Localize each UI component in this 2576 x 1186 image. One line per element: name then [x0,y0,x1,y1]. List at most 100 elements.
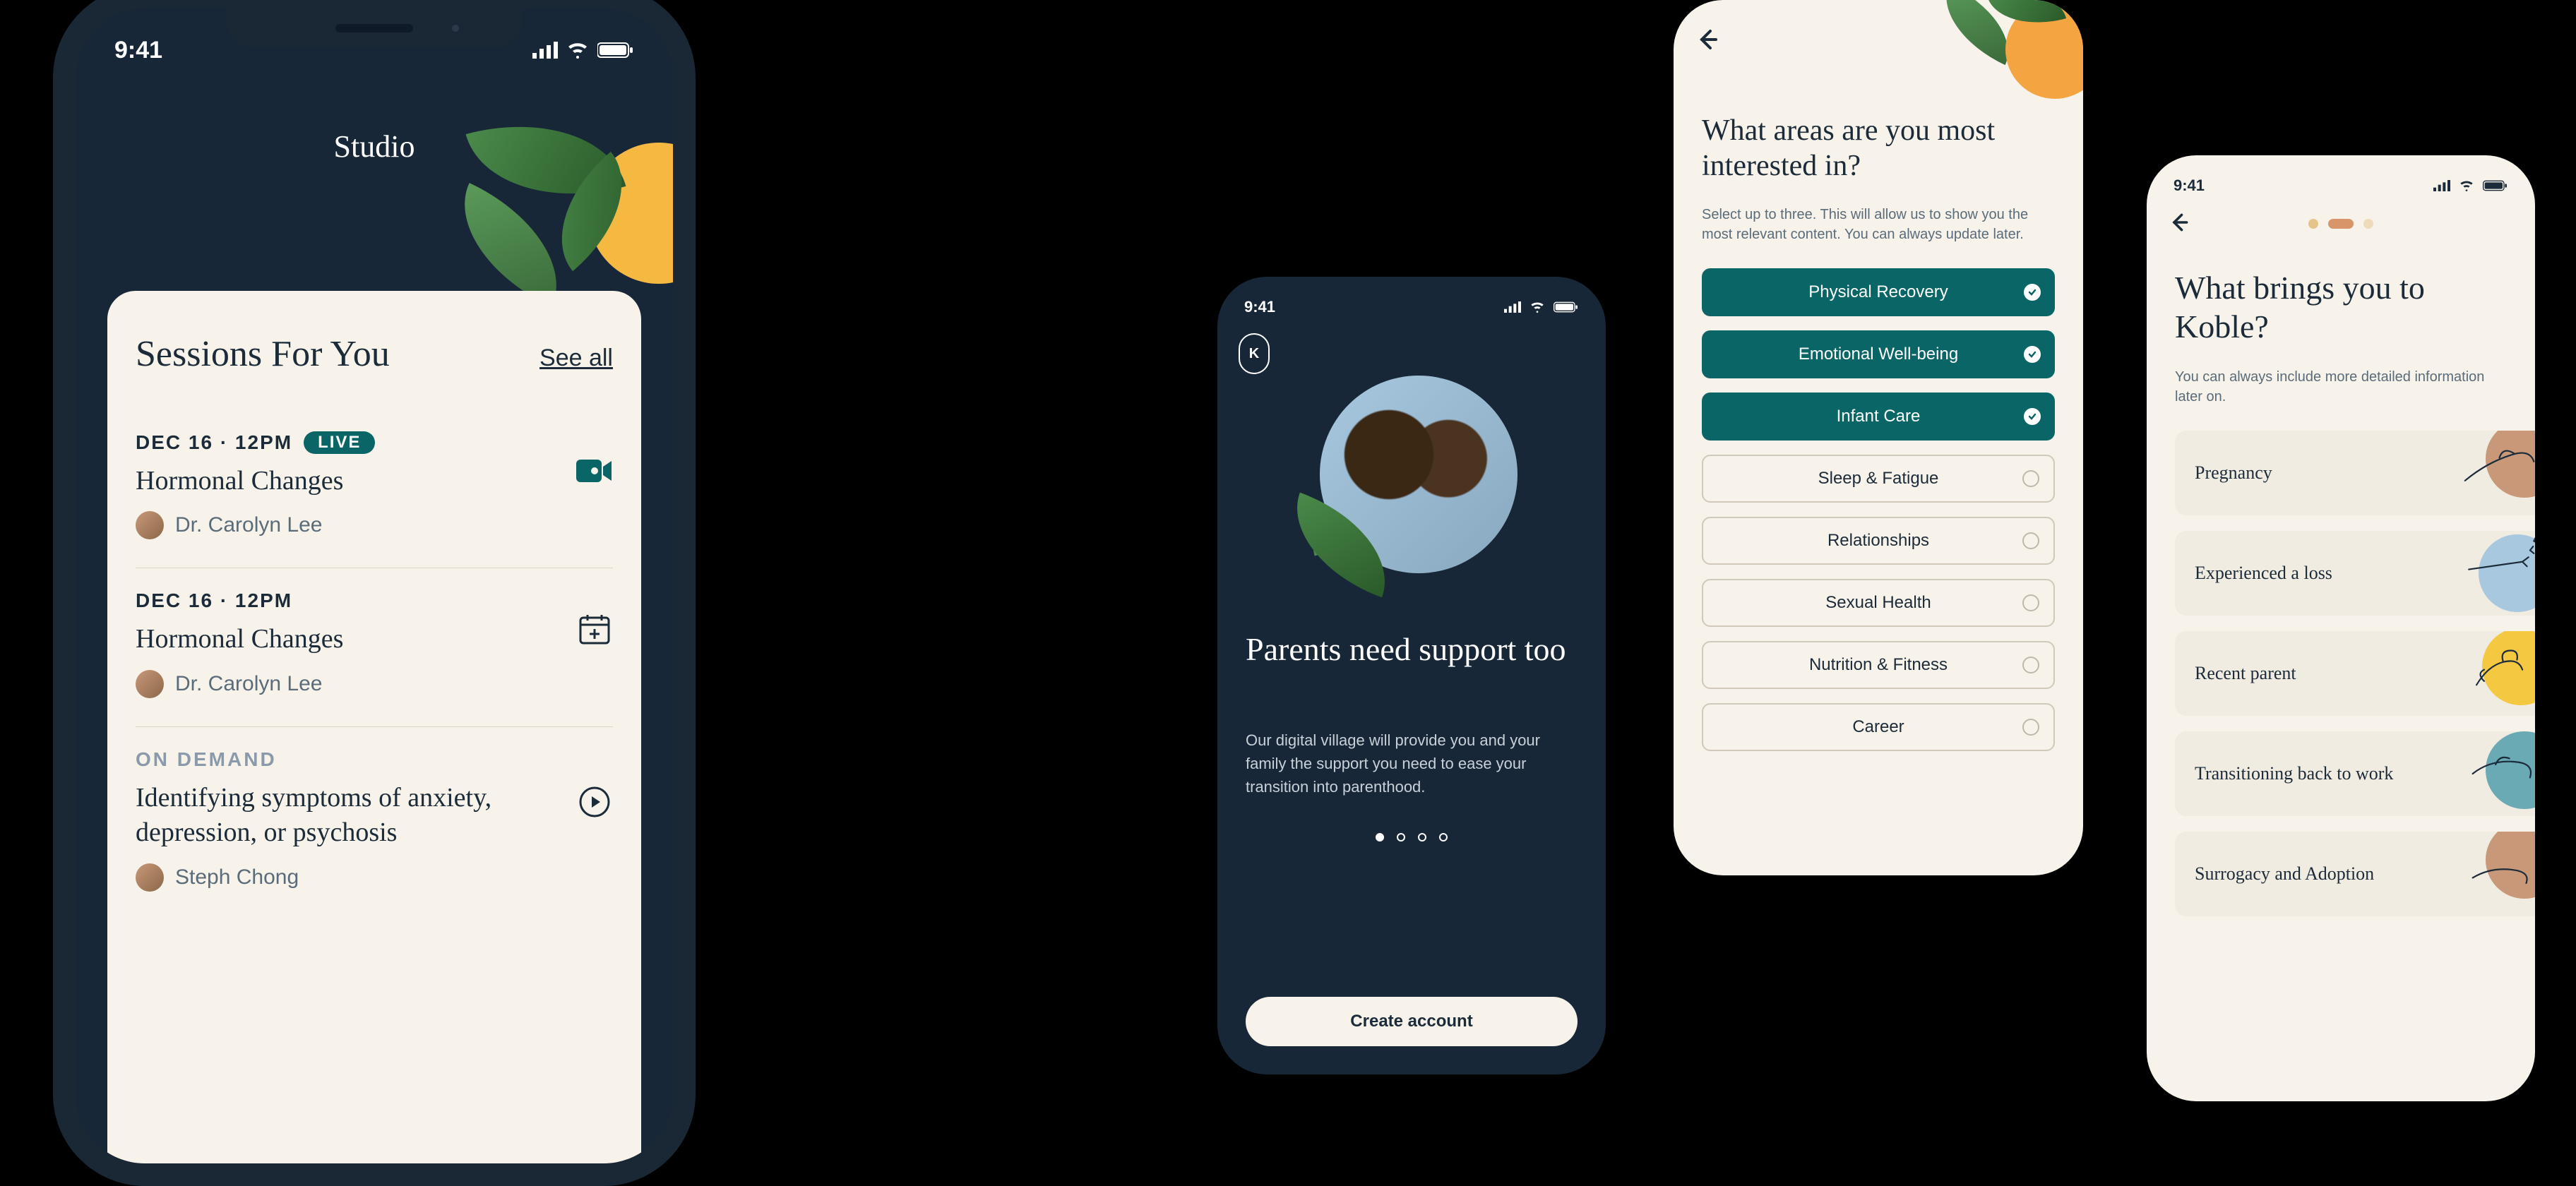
session-item[interactable]: ON DEMAND Identifying symptoms of anxiet… [136,727,613,920]
goal-option[interactable]: Experienced a loss [2175,531,2535,616]
interest-option[interactable]: Relationships [1702,517,2055,565]
question-subtitle: You can always include more detailed inf… [2175,367,2507,407]
status-icons [2433,176,2508,195]
live-badge: LIVE [304,431,375,454]
back-button[interactable] [2168,211,2190,237]
session-item[interactable]: DEC 16 · 12PM LIVE Hormonal Changes Dr. … [136,410,613,568]
create-account-button[interactable]: Create account [1246,997,1578,1046]
check-icon [2024,408,2041,425]
card-title: Sessions For You [136,333,390,375]
video-icon[interactable] [576,453,613,489]
author-name: Steph Chong [175,865,299,890]
option-label: Experienced a loss [2195,563,2332,584]
radio-icon [2022,657,2039,673]
progress-dot [2328,219,2354,229]
option-label: Recent parent [2195,663,2296,684]
page-title: Studio [76,128,673,164]
status-time: 9:41 [2174,176,2205,195]
question-title: What brings you to Koble? [2175,268,2507,346]
radio-icon [2022,532,2039,549]
brand-logo[interactable]: K [1239,333,1270,374]
question-subtitle: Select up to three. This will allow us t… [1702,205,2055,244]
session-date: DEC 16 · 12PM [136,589,292,612]
page-dot[interactable] [1376,833,1384,841]
option-label: Transitioning back to work [2195,763,2393,784]
status-time: 9:41 [114,37,162,64]
option-label: Relationships [1827,531,1929,551]
goal-option[interactable]: Surrogacy and Adoption [2175,832,2535,916]
interest-option[interactable]: Sleep & Fatigue [1702,455,2055,503]
tile-illustration [2457,832,2535,916]
phone-studio: 9:41 Studio Sessions For You See all DEC… [53,0,696,1186]
calendar-add-icon[interactable] [576,611,613,647]
signal-icon [1504,301,1521,313]
radio-icon [2022,719,2039,736]
tile-illustration [2457,531,2535,616]
phone-interests: What areas are you most interested in? S… [1674,0,2083,875]
option-label: Emotional Well-being [1799,345,1958,364]
option-label: Infant Care [1837,407,1921,426]
interest-option[interactable]: Emotional Well-being [1702,330,2055,378]
signal-icon [532,42,558,59]
interest-option[interactable]: Infant Care [1702,393,2055,441]
goal-option[interactable]: Recent parent [2175,631,2535,716]
tile-illustration [2457,631,2535,716]
page-dot[interactable] [1397,833,1405,841]
option-label: Physical Recovery [1808,282,1948,302]
status-bar: 9:41 [2147,176,2535,195]
author-avatar [136,863,164,892]
question-title: What areas are you most interested in? [1702,113,2055,184]
wifi-icon [566,42,589,59]
wifi-icon [1530,301,1545,313]
check-icon [2024,346,2041,363]
author-avatar [136,670,164,698]
progress-nav [2147,219,2535,229]
option-label: Nutrition & Fitness [1809,655,1948,675]
tile-illustration [2457,431,2535,515]
interest-option[interactable]: Nutrition & Fitness [1702,641,2055,689]
progress-dot [2308,219,2318,229]
phone-onboarding-goal: 9:41 What brings you to Koble? You can a… [2147,155,2535,1101]
sessions-card: Sessions For You See all DEC 16 · 12PM L… [107,291,641,1163]
phone-welcome: 9:41 K Parents need support too Our digi… [1217,277,1606,1074]
status-bar: 9:41 [1217,298,1606,316]
option-label: Pregnancy [2195,462,2272,484]
session-title: Hormonal Changes [136,464,545,498]
check-icon [2024,284,2041,301]
battery-icon [2483,180,2508,191]
see-all-link[interactable]: See all [539,345,613,372]
author-name: Dr. Carolyn Lee [175,513,322,537]
session-item[interactable]: DEC 16 · 12PM Hormonal Changes Dr. Carol… [136,568,613,726]
session-title: Identifying symptoms of anxiety, depress… [136,781,545,851]
progress-dot [2363,219,2373,229]
wifi-icon [2459,180,2474,191]
play-icon[interactable] [576,784,613,820]
interest-option[interactable]: Career [1702,703,2055,751]
author-avatar [136,511,164,539]
page-dot[interactable] [1418,833,1426,841]
radio-icon [2022,594,2039,611]
interest-option[interactable]: Sexual Health [1702,579,2055,627]
page-dot[interactable] [1439,833,1448,841]
phone-notch [226,8,523,48]
radio-icon [2022,470,2039,487]
back-button[interactable] [1695,27,1720,56]
signal-icon [2433,180,2450,191]
battery-icon [1554,301,1579,313]
welcome-title: Parents need support too [1246,630,1578,669]
option-label: Sexual Health [1825,593,1931,613]
option-label: Sleep & Fatigue [1818,469,1939,489]
goal-option[interactable]: Pregnancy [2175,431,2535,515]
hero-illustration [1299,361,1525,587]
header-illustration [1914,0,2083,120]
tile-illustration [2457,731,2535,816]
on-demand-label: ON DEMAND [136,748,613,771]
welcome-body: Our digital village will provide you and… [1246,729,1578,798]
page-indicator [1217,833,1606,841]
status-icons [1504,298,1579,316]
goal-option[interactable]: Transitioning back to work [2175,731,2535,816]
option-label: Surrogacy and Adoption [2195,863,2374,885]
options-list: Pregnancy Experienced a loss Recent parent… [2175,431,2535,916]
options-list: Physical Recovery Emotional Well-being Inf… [1702,268,2055,751]
interest-option[interactable]: Physical Recovery [1702,268,2055,316]
